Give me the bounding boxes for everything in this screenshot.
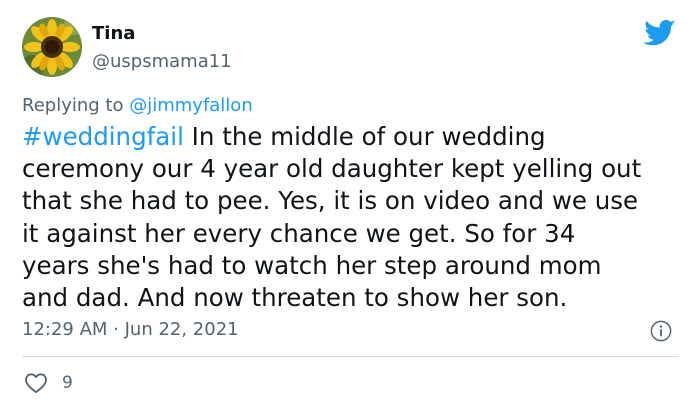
tweet-line-6: and dad. And now threaten to show her so… xyxy=(22,283,568,313)
avatar[interactable] xyxy=(22,17,82,77)
author-handle[interactable]: @uspsmama11 xyxy=(92,50,232,74)
tweet-line-1-text: In the middle of our wedding xyxy=(183,122,546,151)
tweet-line-5: years she's had to watch her step around… xyxy=(22,250,602,280)
tweet-card: Tina @uspsmama11 Replying to @jimmyfallo… xyxy=(0,0,700,411)
tweet-text: #weddingfail In the middle of our weddin… xyxy=(22,121,682,314)
twitter-bird-icon[interactable] xyxy=(644,19,676,47)
divider xyxy=(22,356,678,357)
like-count: 9 xyxy=(62,373,73,393)
tweet-line-2: ceremony our 4 year old daughter kept ye… xyxy=(22,154,642,184)
like-button[interactable]: 9 xyxy=(24,370,73,396)
author-name[interactable]: Tina xyxy=(92,22,135,46)
sunflower-avatar-icon xyxy=(22,17,82,77)
heart-icon[interactable] xyxy=(24,372,48,394)
tweet-line-4: it against her every chance we get. So f… xyxy=(22,218,576,248)
hashtag-link[interactable]: #weddingfail xyxy=(22,122,184,151)
reply-context: Replying to @jimmyfallon xyxy=(22,94,253,118)
reply-mention-link[interactable]: @jimmyfallon xyxy=(129,95,253,116)
info-icon[interactable] xyxy=(650,320,672,342)
tweet-line-1: #weddingfail In the middle of our weddin… xyxy=(22,121,682,153)
reply-prefix: Replying to xyxy=(22,95,124,116)
tweet-line-3: that she had to pee. Yes, it is on video… xyxy=(22,186,639,216)
tweet-timestamp[interactable]: 12:29 AM · Jun 22, 2021 xyxy=(22,318,239,342)
